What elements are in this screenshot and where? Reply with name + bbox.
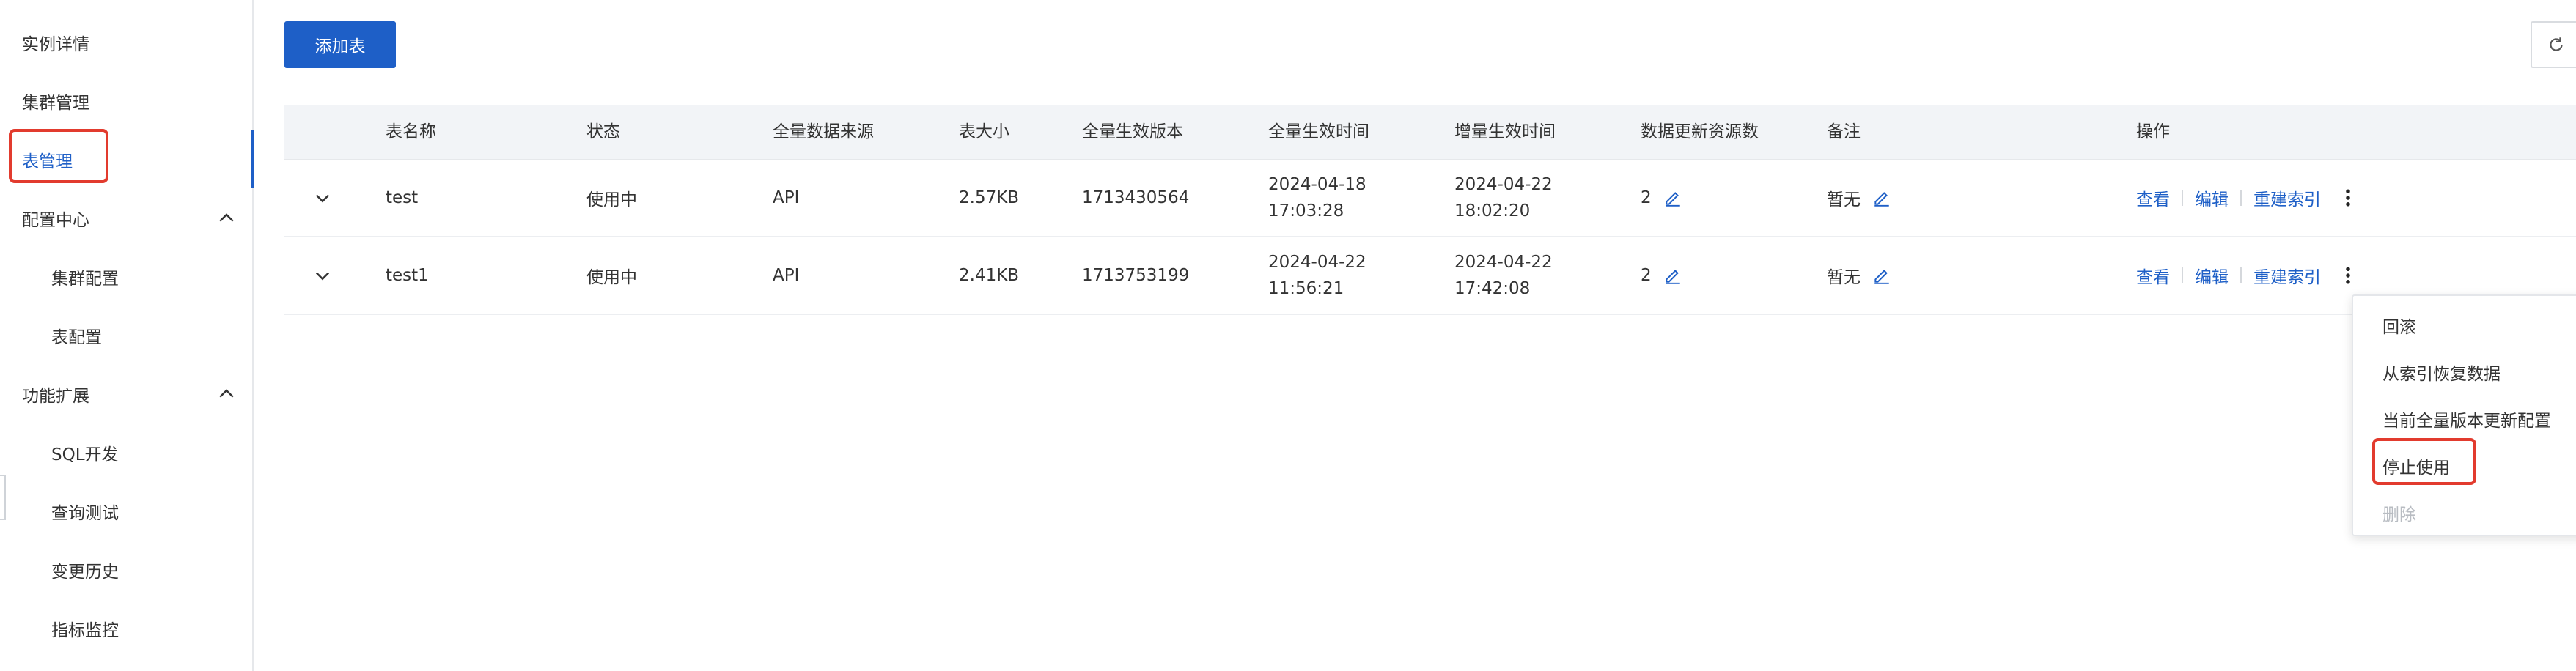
refresh-icon [2550, 37, 2563, 51]
cell-size: 2.57KB [959, 188, 1020, 207]
chevron-down-icon[interactable] [312, 188, 333, 208]
table-header: 表名称 状态 全量数据来源 表大小 全量生效版本 全量生效时间 增量生效时间 数… [284, 105, 2576, 160]
sidebar-item-instance-details[interactable]: 实例详情 [0, 21, 254, 64]
chevron-up-icon [219, 389, 234, 398]
sidebar-item-sql-dev[interactable]: SQL开发 [0, 431, 254, 475]
sidebar-item-metrics-monitor[interactable]: 指标监控 [0, 607, 254, 650]
tables-table: 表名称 状态 全量数据来源 表大小 全量生效版本 全量生效时间 增量生效时间 数… [284, 105, 2576, 315]
menu-item-rollback[interactable]: 回滚 [2353, 303, 2576, 347]
sidebar-item-label: 集群管理 [22, 94, 89, 113]
sidebar-collapse-handle[interactable] [0, 475, 6, 520]
cell-table-name: test1 [386, 266, 429, 285]
highlight-box [9, 129, 108, 183]
app-root: 实例详情 集群管理 表管理 配置中心 集群配置 表配置 功能扩展 SQL开发 查… [0, 0, 2576, 671]
chevron-down-icon[interactable] [312, 265, 333, 286]
reindex-link[interactable]: 重建索引 [2253, 263, 2321, 288]
highlight-box [2372, 438, 2476, 485]
column-header: 表名称 [386, 122, 436, 141]
cell-actions: 查看 编辑 重建索引 [2136, 160, 2359, 236]
resource-count: 2 [1641, 188, 1652, 207]
cell-status: 使用中 [586, 268, 637, 287]
cell-version: 1713753199 [1082, 266, 1190, 285]
sidebar-item-cluster-management[interactable]: 集群管理 [0, 79, 254, 123]
sidebar-item-label: 表配置 [51, 328, 102, 347]
reindex-link[interactable]: 重建索引 [2253, 185, 2321, 210]
divider [2182, 190, 2183, 206]
sidebar-item-label: 功能扩展 [22, 387, 89, 406]
remark-text: 暂无 [1827, 190, 1861, 210]
cell-resources: 2 [1641, 160, 1682, 236]
table-row: test 使用中 API 2.57KB 1713430564 2024-04-1… [284, 160, 2576, 237]
refresh-button[interactable] [2531, 21, 2576, 68]
menu-item-delete: 删除 [2353, 491, 2576, 535]
divider [2182, 267, 2183, 283]
menu-item-label: 从索引恢复数据 [2382, 365, 2500, 384]
view-link[interactable]: 查看 [2136, 185, 2170, 210]
edit-link[interactable]: 编辑 [2195, 263, 2229, 288]
table-row: test1 使用中 API 2.41KB 1713753199 2024-04-… [284, 237, 2576, 315]
menu-item-update-config[interactable]: 当前全量版本更新配置 [2353, 397, 2576, 441]
cell-status: 使用中 [586, 190, 637, 210]
more-vertical-icon[interactable] [2337, 187, 2359, 209]
column-header: 全量生效时间 [1268, 122, 1369, 141]
resource-count: 2 [1641, 266, 1652, 285]
sidebar-group-extensions[interactable]: 功能扩展 [0, 372, 254, 416]
sidebar-item-change-history[interactable]: 变更历史 [0, 548, 254, 592]
column-header: 全量生效版本 [1082, 122, 1183, 141]
column-header: 数据更新资源数 [1641, 122, 1759, 141]
add-table-button[interactable]: 添加表 [284, 21, 396, 68]
cell-incr-time: 2024-04-22 18:02:20 [1454, 175, 1553, 220]
sidebar-group-config-center[interactable]: 配置中心 [0, 196, 254, 240]
sidebar-item-label: 配置中心 [22, 211, 89, 230]
sidebar-item-label: 变更历史 [51, 563, 119, 582]
cell-incr-time: 2024-04-22 17:42:08 [1454, 253, 1553, 298]
view-link[interactable]: 查看 [2136, 263, 2170, 288]
cell-full-time: 2024-04-22 11:56:21 [1268, 253, 1366, 298]
edit-pencil-icon[interactable] [1872, 266, 1891, 285]
sidebar-item-label: SQL开发 [51, 445, 119, 464]
remark-text: 暂无 [1827, 268, 1861, 287]
sidebar-item-label: 查询测试 [51, 504, 119, 523]
more-vertical-icon[interactable] [2337, 264, 2359, 286]
column-header: 操作 [2136, 122, 2170, 141]
menu-item-restore-from-index[interactable]: 从索引恢复数据 [2353, 350, 2576, 394]
cell-table-name: test [386, 188, 419, 207]
edit-pencil-icon[interactable] [1663, 188, 1682, 207]
cell-remark: 暂无 [1827, 237, 1891, 314]
column-header: 表大小 [959, 122, 1009, 141]
cell-resources: 2 [1641, 237, 1682, 314]
sidebar-item-label: 集群配置 [51, 270, 119, 289]
cell-remark: 暂无 [1827, 160, 1891, 236]
cell-size: 2.41KB [959, 266, 1020, 285]
divider [2240, 190, 2242, 206]
sidebar: 实例详情 集群管理 表管理 配置中心 集群配置 表配置 功能扩展 SQL开发 查… [0, 0, 254, 671]
column-header: 全量数据来源 [773, 122, 874, 141]
menu-item-label: 删除 [2382, 505, 2416, 524]
sidebar-item-cluster-config[interactable]: 集群配置 [0, 255, 254, 299]
menu-item-label: 当前全量版本更新配置 [2382, 412, 2551, 431]
cell-version: 1713430564 [1082, 188, 1190, 207]
edit-pencil-icon[interactable] [1872, 188, 1891, 207]
divider [2240, 267, 2242, 283]
chevron-up-icon [219, 213, 234, 222]
sidebar-item-label: 指标监控 [51, 621, 119, 640]
cell-actions: 查看 编辑 重建索引 [2136, 237, 2359, 314]
sidebar-item-label: 实例详情 [22, 35, 89, 54]
sidebar-active-indicator [251, 130, 254, 188]
cell-source: API [773, 266, 800, 285]
edit-pencil-icon[interactable] [1663, 266, 1682, 285]
edit-link[interactable]: 编辑 [2195, 185, 2229, 210]
cell-full-time: 2024-04-18 17:03:28 [1268, 175, 1366, 220]
sidebar-item-table-config[interactable]: 表配置 [0, 314, 254, 357]
sidebar-item-query-test[interactable]: 查询测试 [0, 489, 254, 533]
cell-source: API [773, 188, 800, 207]
row-more-menu: 回滚 从索引恢复数据 当前全量版本更新配置 停止使用 删除 [2352, 294, 2576, 536]
column-header: 增量生效时间 [1454, 122, 1556, 141]
column-header: 状态 [586, 122, 620, 141]
menu-item-label: 回滚 [2382, 318, 2416, 337]
column-header: 备注 [1827, 122, 1861, 141]
